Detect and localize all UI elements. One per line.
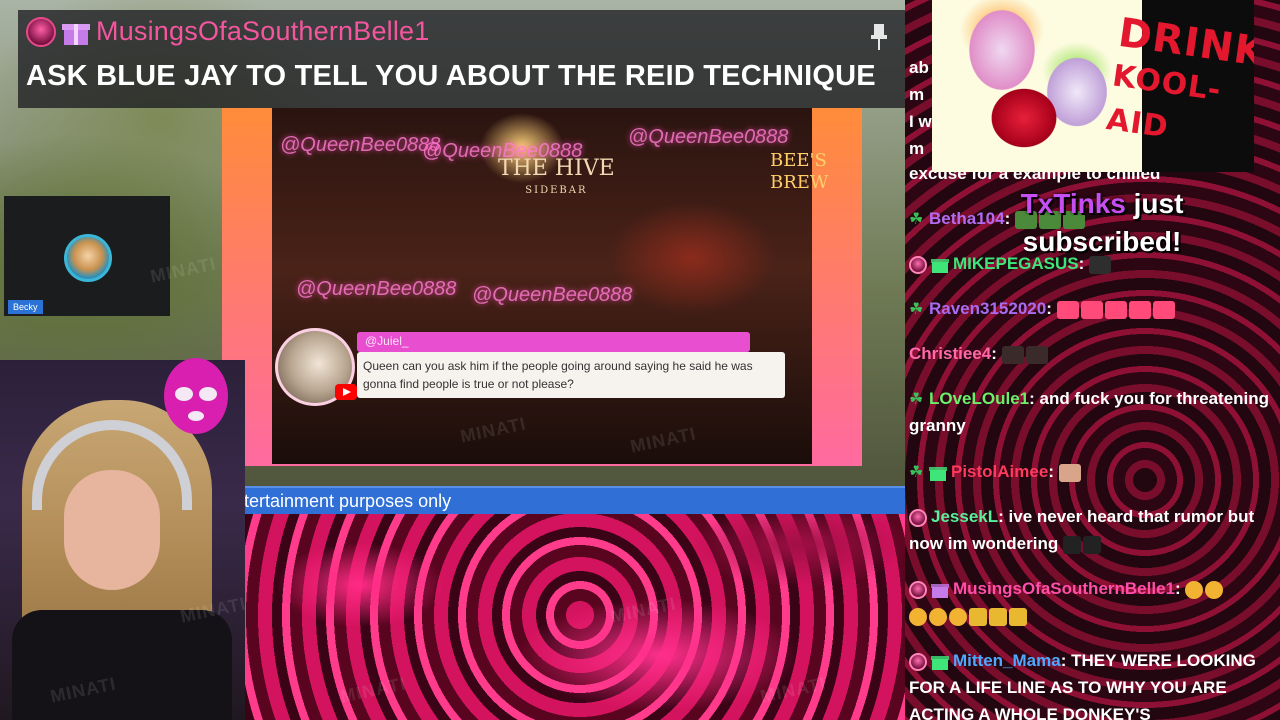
chat-message: Christiee4: [909, 340, 1274, 367]
chat-username[interactable]: JessekL [931, 507, 998, 526]
emote-icon [1058, 463, 1081, 482]
emote-icon [1080, 300, 1103, 319]
chat-username[interactable]: MusingsOfaSouthernBelle1 [953, 579, 1175, 598]
sub-alert-name: TxTinks [1020, 188, 1126, 219]
streamer [12, 400, 232, 720]
guest-name-label: Becky [8, 300, 43, 314]
bees-sign: BEE'S [770, 150, 827, 171]
gift-badge-icon [929, 465, 947, 481]
chat-message: Mitten_Mama: THEY WERE LOOKING FOR A LIF… [909, 647, 1274, 720]
gift-badge-icon [931, 582, 949, 598]
emote-icon [1104, 300, 1127, 319]
sprout-badge-icon: ☘ [909, 300, 924, 318]
pin-icon[interactable] [868, 22, 890, 52]
alert-user: MusingsOfaSouthernBelle1 [26, 16, 430, 47]
pink-swirl-background [240, 505, 910, 720]
emote-icon [1001, 345, 1024, 364]
hive-sign: THE HIVE SIDEBAR [498, 156, 615, 197]
emote-icon [1056, 300, 1079, 319]
subscription-alert: TxTinks just subscribed! [1002, 185, 1202, 261]
sprout-badge-icon: ☘ [909, 463, 924, 481]
alert-username: MusingsOfaSouthernBelle1 [96, 16, 430, 46]
emote-icon [1062, 535, 1081, 554]
comment-text: Queen can you ask him if the people goin… [363, 359, 753, 391]
ticker-bar: tertainment purposes only [244, 486, 910, 514]
avatar-badge-icon [909, 652, 927, 671]
neon-handle: @QueenBee0888 [628, 126, 789, 148]
user-avatar [26, 16, 56, 47]
sprout-badge-icon: ☘ [909, 210, 924, 228]
emote-icon [1152, 300, 1175, 319]
avatar-badge-icon [909, 580, 927, 599]
gift-badge-icon [931, 257, 949, 273]
stream-frame: @QueenBee0888 @QueenBee0888 @QueenBee088… [222, 108, 862, 466]
emote-icon [1185, 580, 1204, 599]
chat-username[interactable]: Mitten_Mama [953, 651, 1061, 670]
emote-icon [929, 607, 947, 626]
gift-badge-icon [931, 654, 949, 670]
emote-icon [969, 607, 987, 626]
neon-handle: @QueenBee0888 [472, 284, 633, 306]
comment-box: Queen can you ask him if the people goin… [357, 352, 785, 398]
stream-video: @QueenBee0888 @QueenBee0888 @QueenBee088… [272, 108, 828, 464]
emote-icon [1025, 345, 1048, 364]
chat-message: ☘ PistolAimee: [909, 458, 1274, 485]
emote-icon [1205, 580, 1224, 599]
emote-icon [949, 607, 967, 626]
avatar-badge-icon [909, 508, 927, 527]
emote-icon [1009, 607, 1027, 626]
chat-username[interactable]: Christiee4 [909, 344, 991, 363]
chat-message: JessekL: ive never heard that rumor but … [909, 507, 1255, 554]
ticker-text: tertainment purposes only [244, 491, 452, 511]
chat-username[interactable]: PistolAimee [951, 462, 1048, 481]
alert-message: ASK BLUE JAY TO TELL YOU ABOUT THE REID … [26, 60, 876, 92]
gift-icon [62, 19, 90, 45]
comment-card: @Juiel_ Queen can you ask him if the peo… [275, 328, 790, 406]
bees-sign-brew: BREW [770, 172, 829, 193]
chat-message: ☘ Raven3152020: [909, 295, 1274, 322]
koolaid-text: DRINK KOOL-AID [1104, 9, 1254, 146]
sub-alert-subscribed: subscribed! [1022, 226, 1182, 257]
chat-username[interactable]: Raven3152020 [929, 299, 1046, 318]
youtube-icon [335, 384, 357, 400]
sprout-badge-icon: ☘ [909, 390, 924, 408]
chat-message: MusingsOfaSouthernBelle1: [909, 575, 1274, 629]
avatar-badge-icon [909, 255, 927, 274]
emote-icon [989, 607, 1007, 626]
emote-icon [1128, 300, 1151, 319]
ski-mask-icon [164, 358, 228, 434]
sub-alert-just: just [1133, 188, 1184, 219]
emote-icon [909, 607, 927, 626]
alert-header: MusingsOfaSouthernBelle1 ASK BLUE JAY TO… [18, 10, 908, 108]
chat-username[interactable]: LOveLOule1 [929, 389, 1029, 408]
chat-message: ☘ LOveLOule1: and fuck you for threatenin… [909, 389, 1270, 435]
drink-koolaid-overlay: DRINK KOOL-AID [932, 0, 1254, 172]
neon-handle: @QueenBee0888 [296, 278, 457, 300]
neon-handle: @QueenBee0888 [280, 134, 441, 156]
comment-handle: @Juiel_ [365, 334, 409, 348]
comment-handle-bar: @Juiel_ [357, 332, 750, 352]
emote-icon [1082, 535, 1101, 554]
chat-username[interactable]: Betha104 [929, 209, 1005, 228]
guest-webcam-tile: Becky [4, 196, 170, 316]
guest-avatar [64, 234, 112, 282]
